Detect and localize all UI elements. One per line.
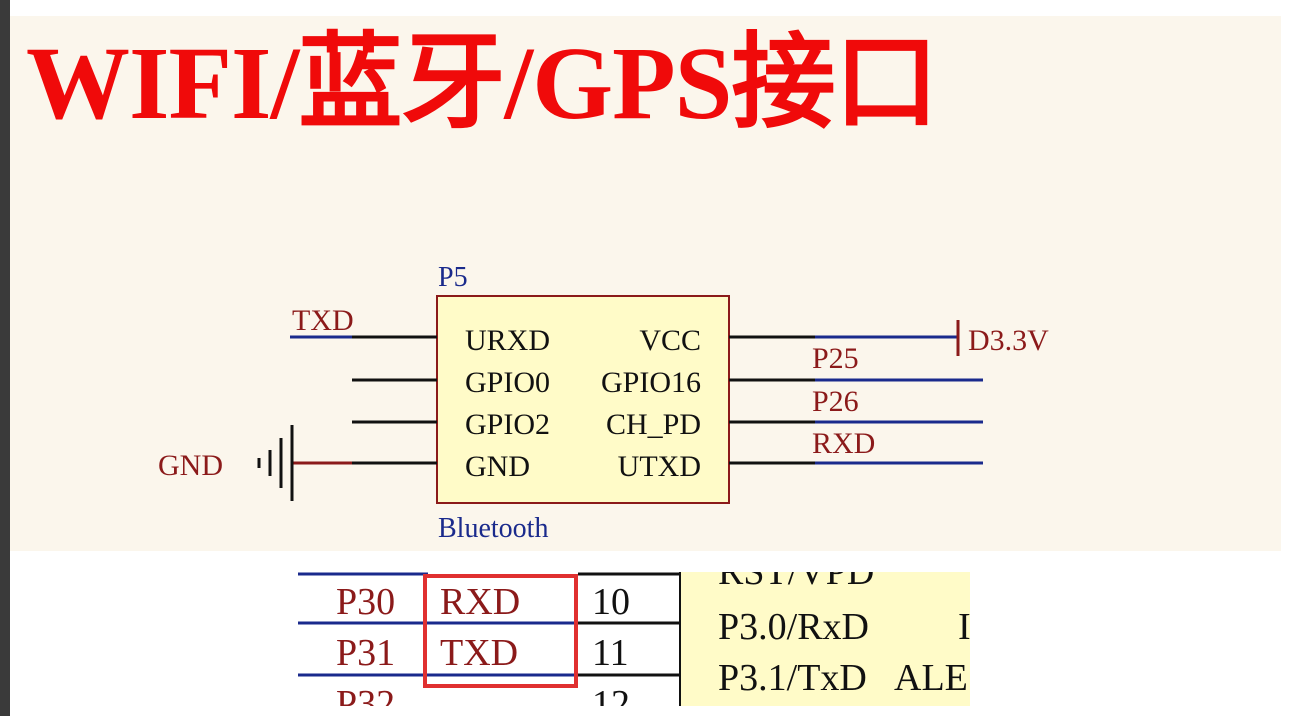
net-label-rxd: RXD <box>812 427 875 460</box>
screenshot-canvas: WIFI/蓝牙/GPS接口 P5 Bluetooth TXD GND D3.3V… <box>0 0 1303 716</box>
port-label-p32: P32 <box>336 683 395 706</box>
pin-label-gnd: GND <box>465 450 530 483</box>
chip-label-rst: RST/VPD <box>718 572 874 593</box>
pin-label-utxd: UTXD <box>618 450 701 483</box>
component-name-label: Bluetooth <box>438 513 548 544</box>
net-label-txd: TXD <box>292 304 354 337</box>
port-label-p30: P30 <box>336 581 395 623</box>
gnd-label: GND <box>158 449 223 482</box>
chip-label-p31: P3.1/TxD <box>718 657 867 699</box>
pin-number-11: 11 <box>592 632 629 674</box>
pin-label-gpio2: GPIO2 <box>465 408 550 441</box>
pin-label-vcc: VCC <box>639 324 701 357</box>
mcu-pin-excerpt: P30 P31 P32 RXD TXD 10 11 12 RST/VPD P3.… <box>298 572 970 706</box>
designator-label: P5 <box>438 262 468 293</box>
pin-label-urxd: URXD <box>465 324 550 357</box>
chip-label-p30: P3.0/RxD <box>718 606 869 648</box>
net-label-p25: P25 <box>812 342 859 375</box>
chip-label-partial-1: I <box>958 606 970 648</box>
bluetooth-module-schematic: P5 Bluetooth TXD GND D3.3V URXD GPIO0 GP… <box>158 262 1049 544</box>
signal-label-rxd: RXD <box>440 581 520 623</box>
mcu-excerpt-svg: P30 P31 P32 RXD TXD 10 11 12 RST/VPD P3.… <box>298 572 970 706</box>
power-label: D3.3V <box>968 324 1049 357</box>
pin-label-gpio16: GPIO16 <box>601 366 701 399</box>
pin-label-gpio0: GPIO0 <box>465 366 550 399</box>
pin-number-10: 10 <box>592 581 630 623</box>
port-label-p31: P31 <box>336 632 395 674</box>
chip-label-ale: ALE <box>894 657 968 699</box>
pin-label-chpd: CH_PD <box>606 408 701 441</box>
signal-label-txd: TXD <box>440 632 518 674</box>
ground-icon <box>257 425 294 501</box>
net-label-p26: P26 <box>812 385 859 418</box>
pin-number-12: 12 <box>592 683 630 706</box>
